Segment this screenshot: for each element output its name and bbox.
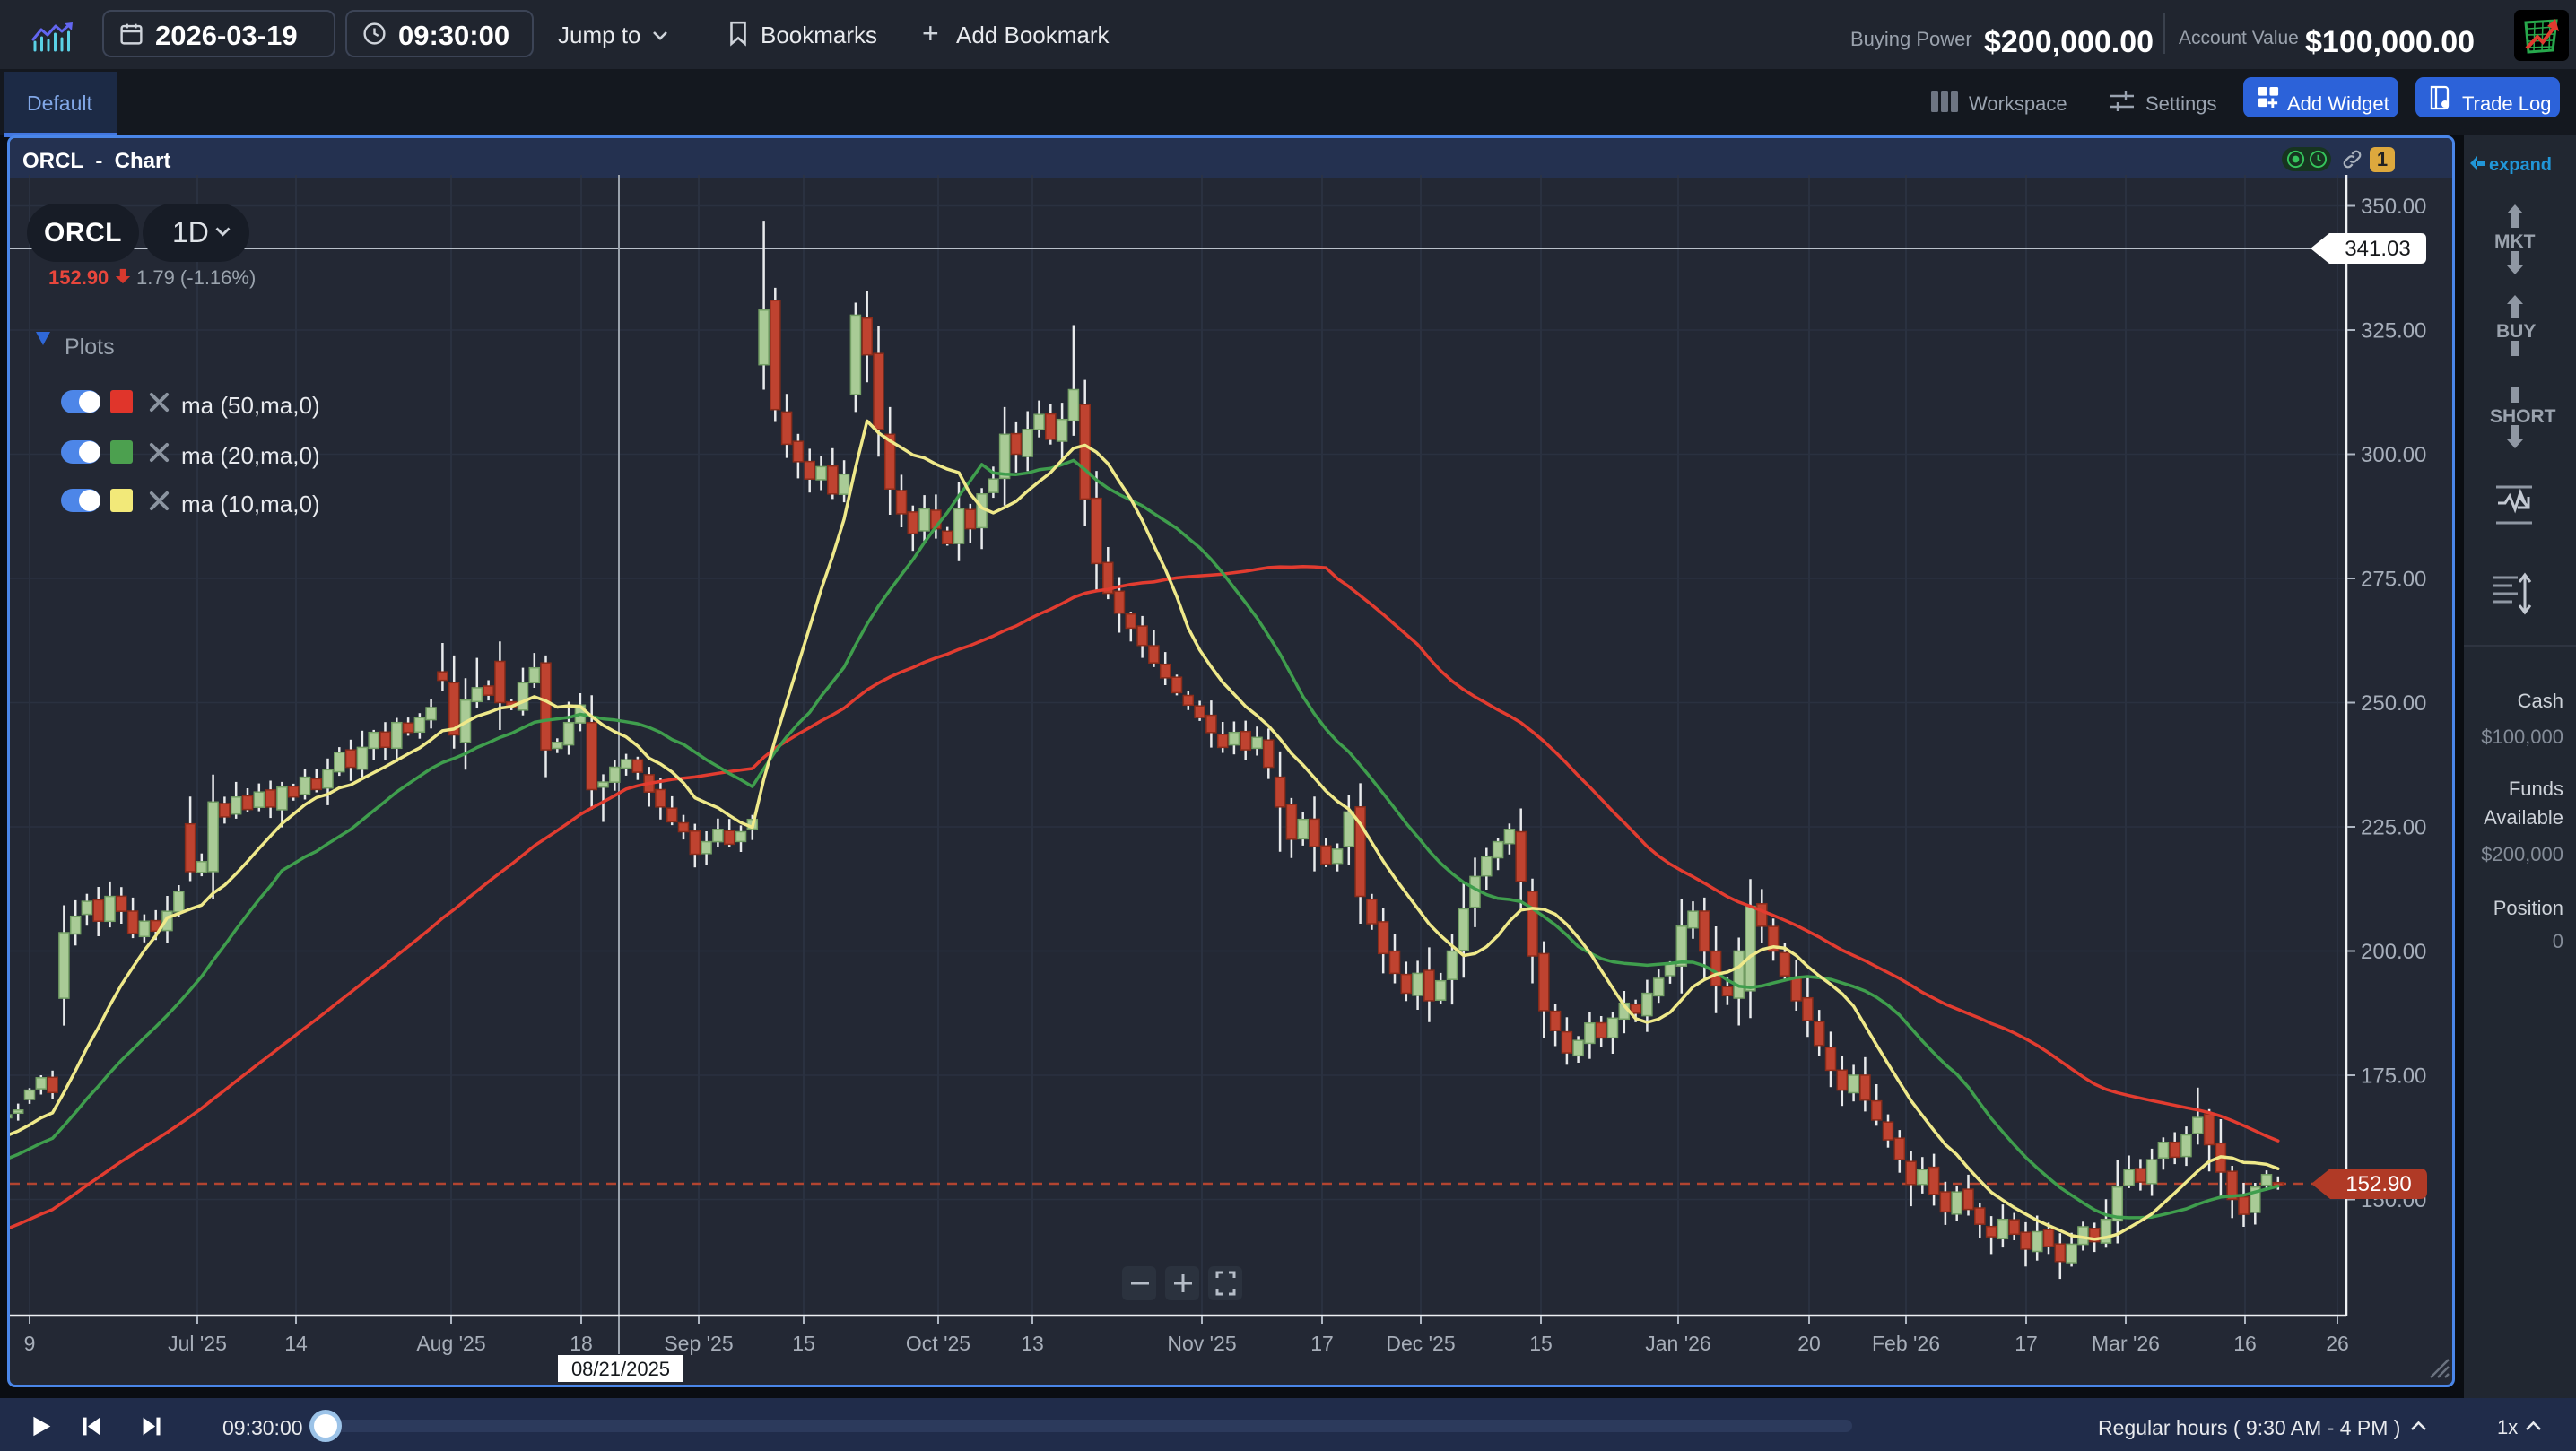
svg-text:175.00: 175.00 <box>2361 1064 2426 1089</box>
svg-text:26: 26 <box>2326 1332 2349 1355</box>
svg-text:13: 13 <box>1021 1332 1044 1355</box>
svg-text:08/21/2025: 08/21/2025 <box>571 1358 670 1380</box>
svg-text:18: 18 <box>570 1332 593 1355</box>
svg-text:Aug '25: Aug '25 <box>416 1332 485 1355</box>
svg-text:225.00: 225.00 <box>2361 816 2426 840</box>
svg-text:300.00: 300.00 <box>2361 443 2426 467</box>
svg-text:17: 17 <box>2015 1332 2038 1355</box>
svg-text:275.00: 275.00 <box>2361 568 2426 592</box>
svg-text:Dec '25: Dec '25 <box>1386 1332 1455 1355</box>
svg-text:Sep '25: Sep '25 <box>664 1332 733 1355</box>
svg-text:Nov '25: Nov '25 <box>1167 1332 1236 1355</box>
svg-text:14: 14 <box>284 1332 308 1355</box>
svg-text:250.00: 250.00 <box>2361 691 2426 716</box>
svg-text:15: 15 <box>1529 1332 1553 1355</box>
svg-text:20: 20 <box>1797 1332 1821 1355</box>
svg-text:341.03: 341.03 <box>2345 237 2410 261</box>
svg-text:325.00: 325.00 <box>2361 319 2426 343</box>
svg-text:Feb '26: Feb '26 <box>1872 1332 1940 1355</box>
svg-text:200.00: 200.00 <box>2361 940 2426 964</box>
svg-text:15: 15 <box>792 1332 815 1355</box>
svg-text:Mar '26: Mar '26 <box>2092 1332 2160 1355</box>
svg-text:16: 16 <box>2233 1332 2257 1355</box>
svg-text:152.90: 152.90 <box>2345 1172 2411 1196</box>
svg-text:350.00: 350.00 <box>2361 195 2426 219</box>
svg-text:Jan '26: Jan '26 <box>1645 1332 1710 1355</box>
svg-text:9: 9 <box>24 1332 36 1355</box>
svg-text:Jul '25: Jul '25 <box>168 1332 227 1355</box>
svg-text:Oct '25: Oct '25 <box>906 1332 970 1355</box>
svg-text:17: 17 <box>1310 1332 1334 1355</box>
